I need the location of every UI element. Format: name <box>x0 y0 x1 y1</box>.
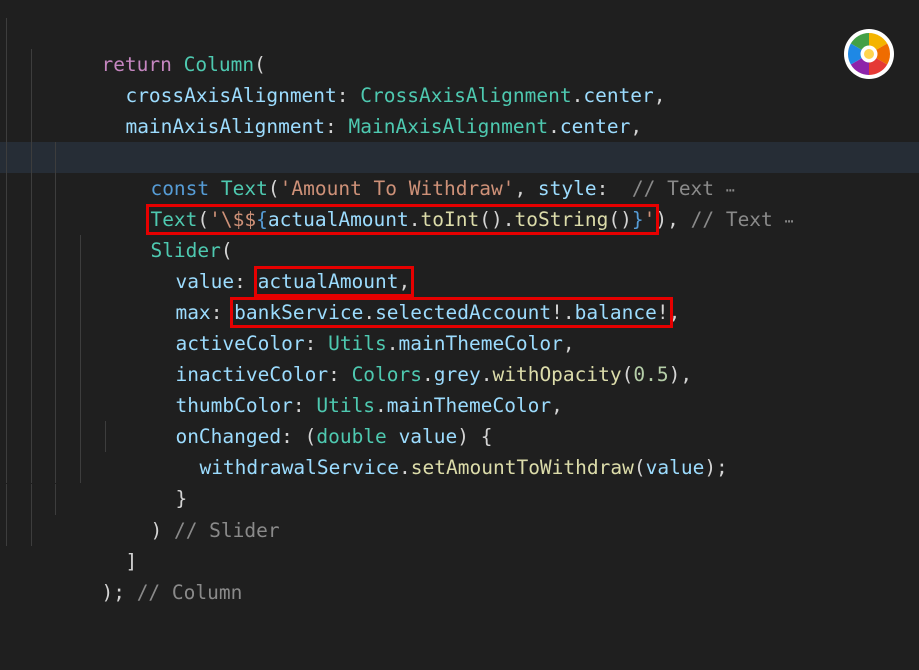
code-line-7: Slider( <box>0 204 919 262</box>
indent-guide <box>31 515 32 546</box>
code-line-3: mainAxisAlignment: MainAxisAlignment.cen… <box>0 80 919 138</box>
indent-guide <box>55 359 56 390</box>
indent-guide <box>55 173 56 204</box>
indent-guide <box>6 390 7 421</box>
indent-guide <box>31 484 32 515</box>
indent-guide <box>31 235 32 266</box>
indent-guide <box>80 359 81 390</box>
indent-guide <box>105 421 106 452</box>
code-line-12: thumbColor: Utils.mainThemeColor, <box>0 359 919 417</box>
indent-guide <box>6 421 7 452</box>
indent-guide <box>6 359 7 390</box>
indent-guide <box>31 80 32 111</box>
indent-guide <box>6 328 7 359</box>
indent-guide <box>6 18 7 49</box>
indent-guide <box>31 421 32 452</box>
indent-guide <box>6 452 7 483</box>
code-line-5: const Text('Amount To Withdraw', style: … <box>0 142 919 200</box>
punctuation: ); <box>101 581 125 604</box>
indent-guide <box>6 515 7 546</box>
indent-guide <box>80 266 81 297</box>
code-line-13: onChanged: (double value) { <box>0 390 919 448</box>
indent-guide <box>31 204 32 235</box>
indent-guide <box>31 266 32 297</box>
indent-guide <box>55 390 56 421</box>
code-line-17: ] <box>0 515 919 573</box>
indent-guide <box>55 328 56 359</box>
indent-guide <box>31 390 32 421</box>
color-wheel-icon[interactable] <box>843 28 895 80</box>
indent-guide <box>6 235 7 266</box>
code-line-16: ) // Slider <box>0 484 919 542</box>
indent-guide <box>80 452 81 483</box>
indent-guide <box>31 297 32 328</box>
indent-guide <box>55 266 56 297</box>
indent-guide <box>55 421 56 452</box>
indent-guide <box>6 49 7 80</box>
indent-guide <box>31 111 32 142</box>
code-line-9: max: bankService.selectedAccount!.balanc… <box>0 266 919 328</box>
indent-guide <box>55 297 56 328</box>
indent-guide <box>80 235 81 266</box>
indent-guide <box>6 297 7 328</box>
code-line-15: } <box>0 452 919 510</box>
indent-guide <box>31 142 32 173</box>
code-line-11: inactiveColor: Colors.grey.withOpacity(0… <box>0 328 919 386</box>
indent-guide <box>80 421 81 452</box>
code-line-1: return Column( <box>0 18 919 76</box>
indent-guide <box>6 266 7 297</box>
indent-guide <box>6 484 7 515</box>
code-line-4: children: [ <box>0 111 919 169</box>
indent-guide <box>55 142 56 173</box>
code-editor[interactable]: return Column( crossAxisAlignment: Cross… <box>0 0 919 609</box>
indent-guide <box>31 359 32 390</box>
indent-guide <box>6 173 7 204</box>
indent-guide <box>80 297 81 328</box>
code-line-10: activeColor: Utils.mainThemeColor, <box>0 297 919 355</box>
indent-guide <box>6 80 7 111</box>
code-line-6: Text('\$${actualAmount.toInt().toString(… <box>0 173 919 235</box>
indent-guide <box>6 111 7 142</box>
indent-guide <box>55 452 56 483</box>
indent-guide <box>55 484 56 515</box>
indent-guide <box>31 328 32 359</box>
indent-guide <box>6 204 7 235</box>
code-line-14: withdrawalService.setAmountToWithdraw(va… <box>0 421 919 479</box>
indent-guide <box>31 49 32 80</box>
code-comment: // Column <box>136 581 243 604</box>
indent-guide <box>55 204 56 235</box>
indent-guide <box>6 142 7 173</box>
code-line-18: ); // Column <box>0 546 919 604</box>
indent-guide <box>31 452 32 483</box>
indent-guide <box>80 390 81 421</box>
code-line-8: value: actualAmount, <box>0 235 919 297</box>
indent-guide <box>80 328 81 359</box>
code-line-2: crossAxisAlignment: CrossAxisAlignment.c… <box>0 49 919 107</box>
indent-guide <box>31 173 32 204</box>
indent-guide <box>55 235 56 266</box>
